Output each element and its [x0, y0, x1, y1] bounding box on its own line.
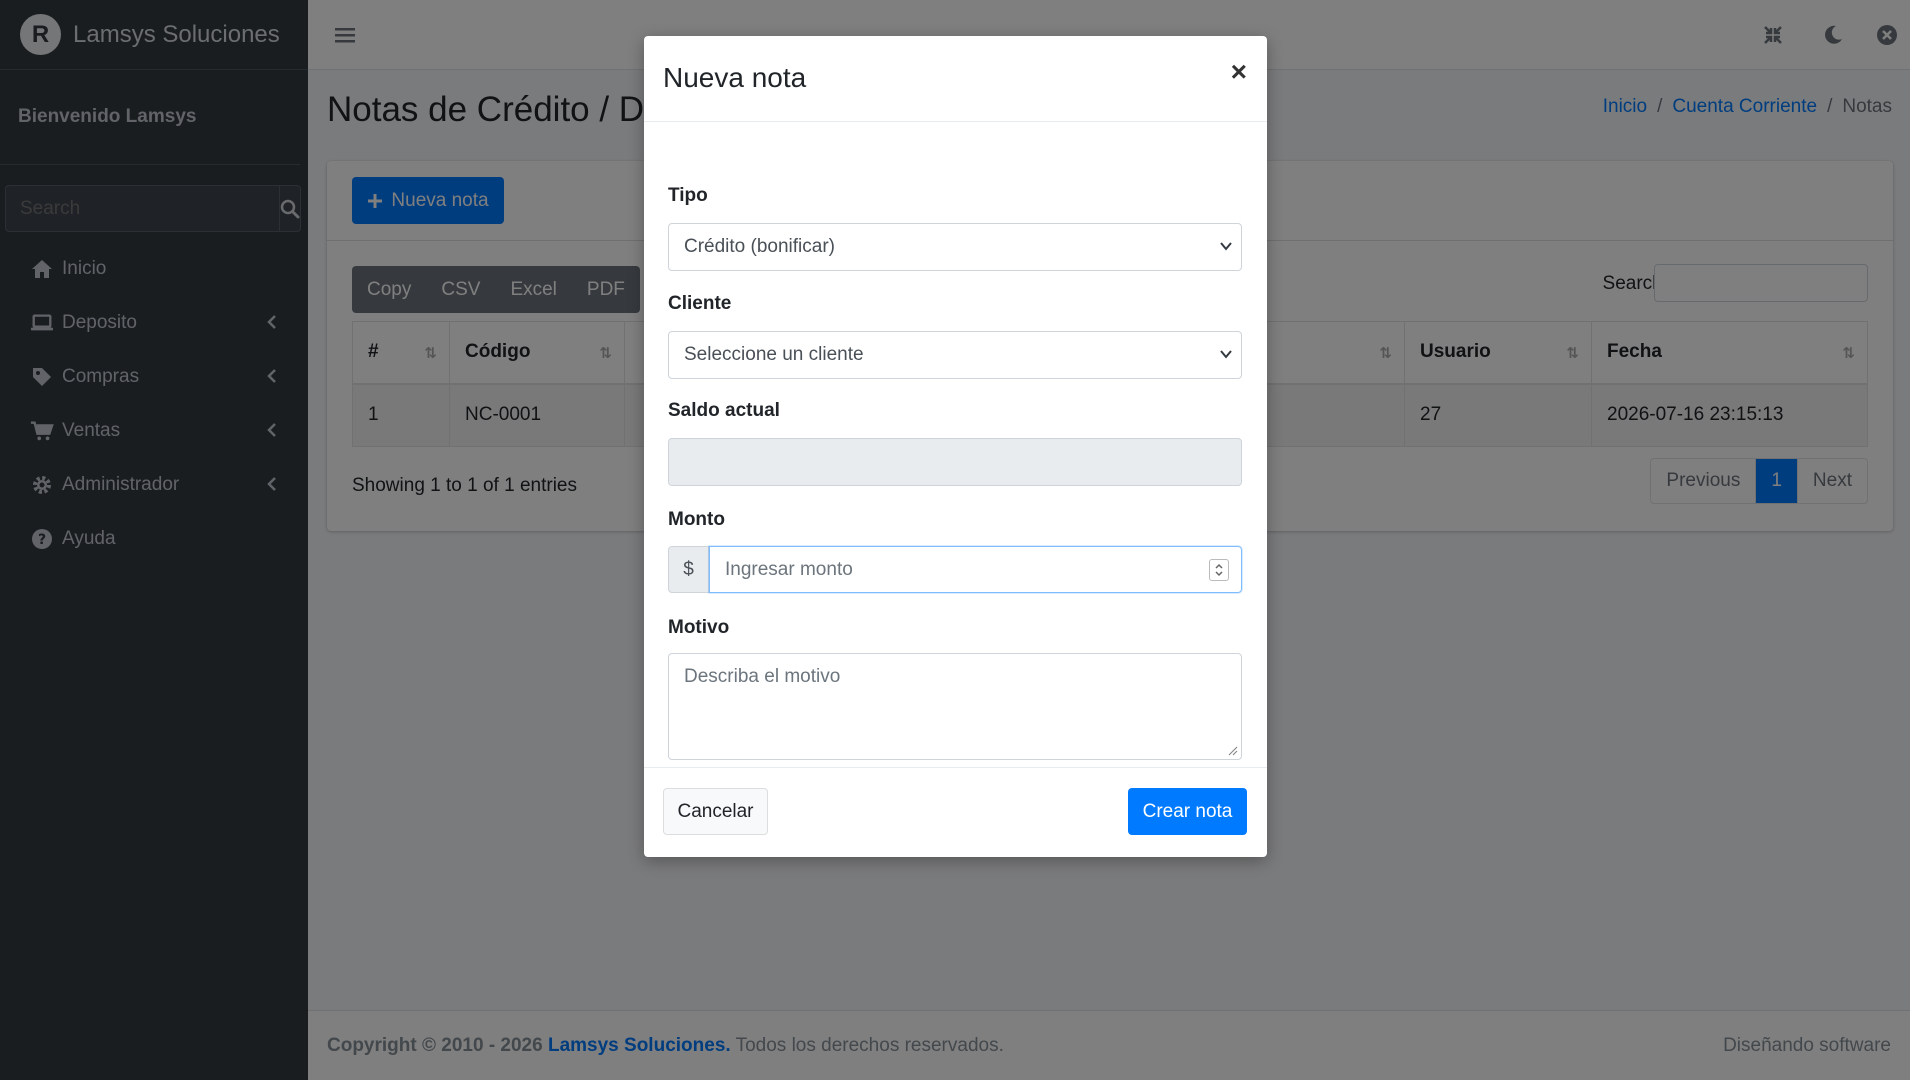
monto-placeholder: Ingresar monto: [725, 558, 853, 580]
modal-body: Tipo Crédito (bonificar) Cliente Selecci…: [644, 122, 1267, 767]
modal-title: Nueva nota: [663, 62, 807, 93]
new-note-modal: Nueva nota × Tipo Crédito (bonificar) Cl…: [644, 36, 1267, 857]
cliente-label: Cliente: [668, 293, 732, 314]
motivo-label: Motivo: [668, 617, 730, 638]
tipo-label: Tipo: [668, 185, 708, 206]
chevron-down-icon: [1220, 350, 1232, 359]
motivo-placeholder: Describa el motivo: [684, 666, 841, 687]
tipo-selected-value: Crédito (bonificar): [684, 236, 835, 257]
number-spinner[interactable]: [1209, 559, 1229, 581]
monto-input-group: $ Ingresar monto: [668, 546, 1242, 593]
modal-footer: Cancelar Crear nota: [644, 767, 1267, 857]
resize-grip-icon[interactable]: [1226, 744, 1238, 756]
cancel-button[interactable]: Cancelar: [663, 788, 768, 835]
motivo-textarea[interactable]: Describa el motivo: [668, 653, 1242, 760]
cliente-select[interactable]: Seleccione un cliente: [668, 331, 1242, 379]
saldo-label: Saldo actual: [668, 400, 780, 421]
monto-input[interactable]: Ingresar monto: [709, 546, 1242, 593]
create-note-button[interactable]: Crear nota: [1128, 788, 1247, 835]
cliente-selected-value: Seleccione un cliente: [684, 344, 864, 365]
currency-prefix: $: [668, 546, 709, 593]
spinner-arrows-icon: [1215, 563, 1223, 577]
close-icon[interactable]: ×: [1231, 58, 1247, 86]
chevron-down-icon: [1220, 242, 1232, 251]
modal-header: Nueva nota ×: [644, 36, 1267, 122]
tipo-select[interactable]: Crédito (bonificar): [668, 223, 1242, 271]
monto-label: Monto: [668, 509, 725, 530]
saldo-actual-field: [668, 438, 1242, 486]
